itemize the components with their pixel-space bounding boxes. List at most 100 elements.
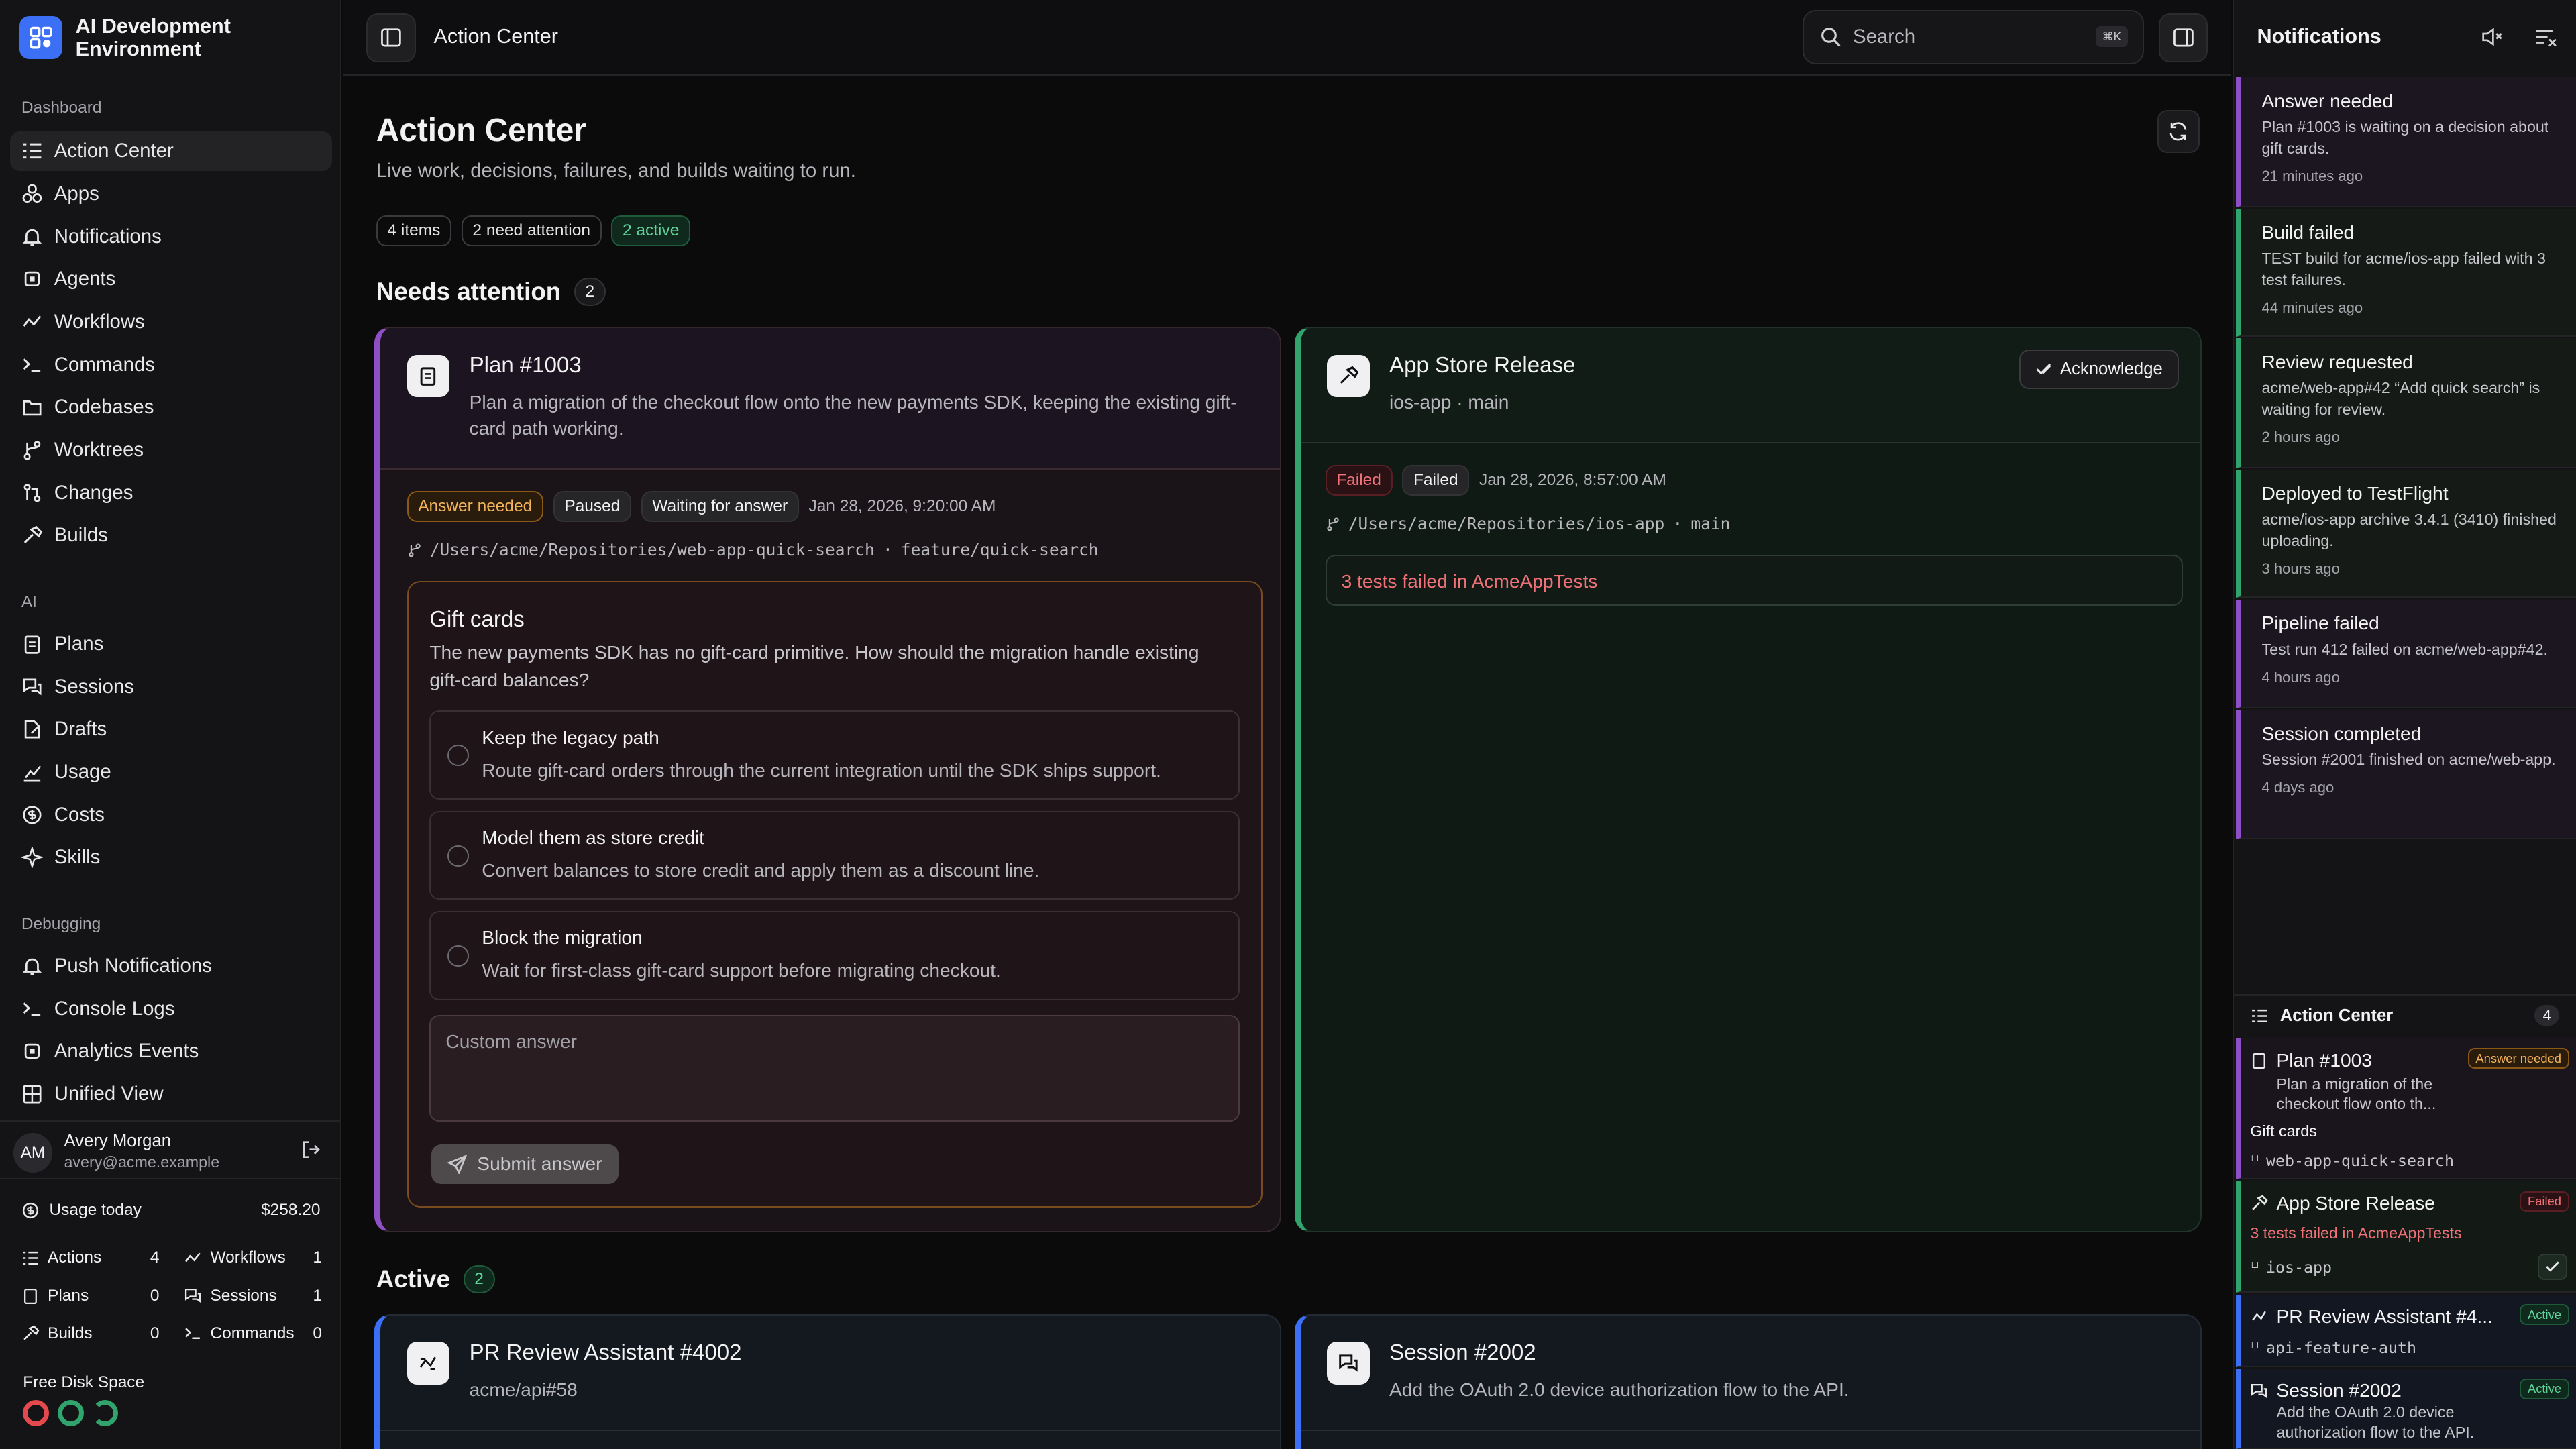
radio-button[interactable] [447, 745, 469, 767]
terminal-icon [185, 1328, 201, 1340]
sidebar-item-workflows[interactable]: Workflows [10, 303, 332, 342]
sparkle-icon [21, 847, 43, 869]
path-text: api-feature-auth [2266, 1338, 2417, 1357]
session-card-header [1300, 1316, 2200, 1431]
mini-plan-item[interactable]: Plan #1003 Answer needed Plan a migratio… [2235, 1038, 2576, 1180]
sidebar-item-builds[interactable]: Builds [10, 516, 332, 555]
section-needs-attention: Needs attention 2 [376, 278, 606, 306]
top-bar: Action Center Search ⌘K [343, 0, 2231, 76]
release-card[interactable]: App Store Release ios-app · main Acknowl… [1294, 327, 2202, 1232]
sidebar-item-agents[interactable]: Agents [10, 260, 332, 299]
sidebar-item-label: Action Center [54, 140, 174, 162]
sidebar-item-push-notifications[interactable]: Push Notifications [10, 947, 332, 986]
submit-answer-button[interactable]: Submit answer [431, 1144, 619, 1184]
sidebar-item-commands[interactable]: Commands [10, 345, 332, 384]
mute-icon[interactable] [2481, 26, 2504, 48]
sidebar-item-analytics-events[interactable]: Analytics Events [10, 1032, 332, 1071]
bell-icon [22, 229, 42, 246]
notification-item[interactable]: Pipeline failed Test run 412 failed on ac… [2235, 599, 2576, 708]
mini-pr-path: ⑂ api-feature-auth [2250, 1339, 2416, 1357]
sidebar-item-label: Notifications [54, 225, 162, 248]
sidebar-item-usage[interactable]: Usage [10, 753, 332, 792]
sidebar-item-label: Changes [54, 481, 133, 504]
radio-button[interactable] [447, 945, 469, 967]
notification-item[interactable]: Review requested acme/web-app#42 “Add qui… [2235, 338, 2576, 468]
sidebar-item-label: Plans [54, 632, 104, 655]
sidebar-item-unified-view[interactable]: Unified View [10, 1075, 332, 1114]
sidebar-item-label: Agents [54, 268, 116, 290]
chip-attention: 2 need attention [461, 215, 602, 247]
radio-button[interactable] [447, 845, 469, 867]
mini-release-title: App Store Release [2276, 1192, 2435, 1214]
custom-answer-field[interactable]: Custom answer [429, 1014, 1240, 1122]
question-title: Gift cards [429, 607, 525, 633]
sidebar-item-console-logs[interactable]: Console Logs [10, 989, 332, 1028]
sidebar-item-label: Unified View [54, 1083, 164, 1106]
notification-item[interactable]: Session completed Session #2001 finished … [2235, 709, 2576, 840]
mini-pr-item[interactable]: PR Review Assistant #4... Active ⑂ api-fe… [2235, 1294, 2576, 1367]
pr-card-header [380, 1316, 1281, 1431]
sidebar-item-codebases[interactable]: Codebases [10, 388, 332, 427]
sidebar-item-sessions[interactable]: Sessions [10, 667, 332, 706]
acknowledge-check-button[interactable] [2538, 1253, 2568, 1280]
search-icon [1821, 28, 1841, 47]
sidebar-item-plans[interactable]: Plans [10, 625, 332, 664]
hammer-icon [2252, 1195, 2268, 1211]
workflow-icon [2252, 1311, 2267, 1321]
refresh-button[interactable] [2157, 110, 2200, 153]
chart-icon [23, 765, 42, 782]
sidebar-item-action-center[interactable]: Action Center [9, 131, 332, 171]
sidebar-item-worktrees[interactable]: Worktrees [10, 431, 332, 470]
user-profile[interactable]: AM Avery Morgan avery@acme.example [0, 1120, 342, 1180]
clear-all-icon[interactable] [2534, 26, 2557, 48]
answer-option[interactable]: Keep the legacy path Route gift-card orde… [429, 710, 1240, 800]
session-card[interactable]: Session #2002 Add the OAuth 2.0 device a… [1294, 1314, 2202, 1449]
mini-release-item[interactable]: App Store Release Failed 3 tests failed … [2235, 1181, 2576, 1293]
stat-plans: Plans 0 [21, 1287, 160, 1305]
status-badge: Paused [553, 490, 631, 523]
notification-desc: Plan #1003 is waiting on a decision abou… [2261, 118, 2549, 157]
chat-icon [185, 1289, 201, 1303]
refresh-icon [2169, 122, 2187, 141]
user-email: avery@acme.example [64, 1152, 220, 1171]
sidebar-item-skills[interactable]: Skills [10, 838, 332, 877]
sidebar-item-apps[interactable]: Apps [10, 174, 332, 214]
brand[interactable]: AI Development Environment [19, 15, 256, 61]
bell-icon [22, 958, 42, 975]
notification-item[interactable]: Answer needed Plan #1003 is waiting on a … [2235, 77, 2576, 207]
logout-icon[interactable] [301, 1140, 320, 1159]
search-placeholder: Search [1852, 25, 1916, 48]
stat-value: 0 [150, 1324, 160, 1342]
sidebar-item-changes[interactable]: Changes [10, 473, 332, 513]
section-title: Active [376, 1265, 451, 1293]
pr-review-card[interactable]: PR Review Assistant #4002 acme/api#58 [374, 1314, 1282, 1449]
mini-action-center-header: Action Center 4 [2234, 994, 2576, 1037]
sidebar-item-label: Costs [54, 803, 105, 826]
status-badge: Waiting for answer [641, 490, 799, 523]
sidebar-item-notifications[interactable]: Notifications [10, 217, 332, 256]
notification-item[interactable]: Build failed TEST build for acme/ios-app … [2235, 209, 2576, 337]
sidebar-item-costs[interactable]: Costs [10, 795, 332, 835]
mini-session-item[interactable]: Session #2002 Active Add the OAuth 2.0 d… [2235, 1368, 2576, 1449]
answer-option[interactable]: Block the migration Wait for first-class … [429, 911, 1240, 1000]
notification-item[interactable]: Deployed to TestFlight acme/ios-app archi… [2235, 470, 2576, 598]
stat-label: Workflows [210, 1248, 286, 1267]
toggle-panel-button[interactable] [2158, 13, 2208, 63]
disk-ring-icon [57, 1399, 84, 1426]
sidebar-item-drafts[interactable]: Drafts [10, 710, 332, 749]
cpu-icon [24, 272, 40, 287]
separator: · [882, 540, 893, 560]
acknowledge-button[interactable]: Acknowledge [2019, 350, 2179, 389]
repo-path: /Users/acme/Repositories/web-app-quick-s… [429, 540, 875, 560]
separator: · [1672, 514, 1683, 534]
plan-card[interactable]: Plan #1003 Plan a migration of the check… [374, 327, 1282, 1232]
stat-value: 1 [313, 1248, 322, 1267]
toggle-sidebar-button[interactable] [366, 13, 416, 63]
section-label-debugging: Debugging [21, 915, 101, 934]
search-input[interactable]: Search ⌘K [1802, 9, 2144, 64]
sidebar-item-label: Codebases [54, 396, 154, 419]
answer-option[interactable]: Model them as store credit Convert balanc… [429, 810, 1240, 900]
workflow-icon [185, 1252, 201, 1263]
notification-time: 4 hours ago [2261, 668, 2340, 686]
breadcrumb: Action Center [433, 24, 558, 48]
